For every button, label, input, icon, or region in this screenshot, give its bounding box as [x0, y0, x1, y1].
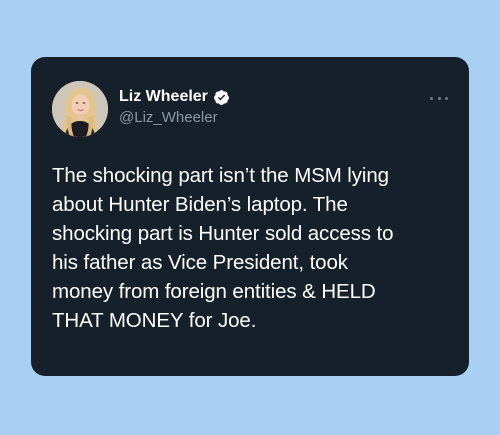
avatar[interactable] [52, 81, 108, 137]
tweet-text: The shocking part isn’t the MSM lying ab… [52, 161, 457, 335]
tweet-text-line: shocking part is Hunter sold access to [52, 222, 394, 245]
profile-photo-icon [52, 81, 108, 137]
more-horizontal-icon[interactable] [430, 95, 448, 101]
tweet-text-line: about Hunter Biden’s laptop. The [52, 193, 348, 216]
verified-badge-icon [213, 89, 230, 106]
tweet-text-line: his father as Vice President, took [52, 251, 348, 274]
more-dot [445, 96, 448, 100]
more-dot [430, 96, 433, 100]
tweet-text-line: The shocking part isn’t the MSM lying [52, 164, 389, 187]
tweet-text-line: THAT MONEY for Joe. [52, 309, 257, 332]
author-display-name[interactable]: Liz Wheeler [119, 87, 208, 107]
more-dot [437, 96, 441, 100]
tweet-text-line: money from foreign entities & HELD [52, 280, 376, 303]
tweet-card: Liz Wheeler @Liz_Wheeler The shocking pa… [31, 57, 469, 376]
author-handle[interactable]: @Liz_Wheeler [119, 109, 218, 127]
author-name-row: Liz Wheeler [119, 87, 230, 107]
